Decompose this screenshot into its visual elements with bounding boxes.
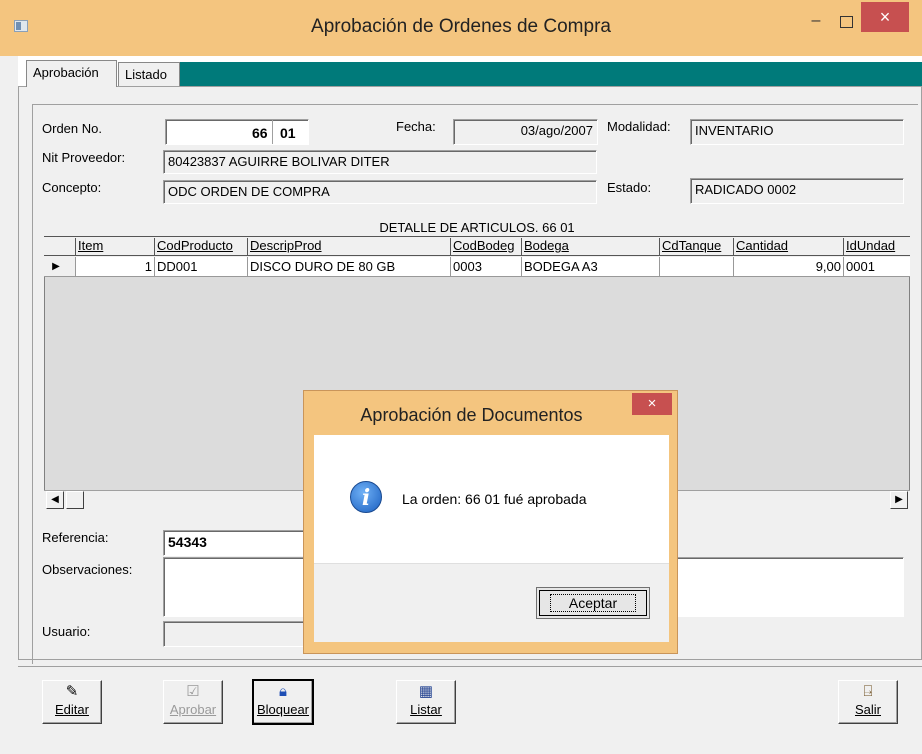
grid-cell-cdtanque[interactable] [660,257,734,277]
scroll-right-icon[interactable]: ▶ [890,491,908,509]
edit-icon: ✎ [65,683,79,700]
referencia-field[interactable]: 54343 [163,530,323,556]
editar-label: Editar [55,702,89,717]
bloquear-button[interactable]: 🔒︎ Bloquear [252,679,314,725]
scroll-thumb[interactable] [66,491,84,509]
tab-aprobacion[interactable]: Aprobación [26,60,117,87]
usuario-field[interactable] [163,621,323,647]
orden-field[interactable]: 66 01 [165,119,309,145]
approve-icon: ☑ [186,683,200,700]
aprobar-button[interactable]: ☑ Aprobar [163,680,223,724]
orden-suffix: 01 [280,125,296,141]
nit-label: Nit Proveedor: [42,150,126,165]
grid-cell-descripprod[interactable]: DISCO DURO DE 80 GB [248,257,451,277]
grid-cell-bodega[interactable]: BODEGA A3 [522,257,660,277]
listar-label: Listar [410,702,442,717]
observaciones-label: Observaciones: [42,562,133,577]
estado-field[interactable]: RADICADO 0002 [690,178,904,204]
dialog-close-button[interactable]: × [632,393,672,415]
toolbar-separator [18,666,922,667]
info-icon: i [350,481,382,513]
orden-number: 66 [252,125,268,141]
grid-title: DETALLE DE ARTICULOS. 66 01 [379,220,575,235]
grid-header-cantidad[interactable]: Cantidad [734,238,844,256]
aceptar-label: Aceptar [549,594,637,612]
close-button[interactable]: × [861,2,909,32]
orden-divider [272,120,273,144]
aceptar-button[interactable]: Aceptar [536,587,650,619]
tab-bar-fill [180,62,922,86]
aprobar-label: Aprobar [169,702,217,717]
nit-field[interactable]: 80423837 AGUIRRE BOLIVAR DITER [163,150,597,174]
modalidad-field[interactable]: INVENTARIO [690,119,904,145]
exit-door-icon: ⍈ [863,683,873,700]
grid-cell-codbodeg[interactable]: 0003 [451,257,522,277]
grid-header-cdtanque[interactable]: CdTanque [660,238,734,256]
grid-header-selector [44,238,76,256]
grid-header-bodega[interactable]: Bodega [522,238,660,256]
modalidad-label: Modalidad: [607,119,671,134]
concepto-label: Concepto: [42,180,102,195]
dialog-title: Aprobación de Documentos [360,405,583,425]
grid-header-idundad[interactable]: IdUndad [844,238,910,256]
grid-header-codproducto[interactable]: CodProducto [155,238,248,256]
fecha-field[interactable]: 03/ago/2007 [453,119,598,145]
grid-cell-item[interactable]: 1 [76,257,155,277]
tab-listado[interactable]: Listado [118,62,180,86]
listar-button[interactable]: ▦ Listar [396,680,456,724]
grid-header-descripprod[interactable]: DescripProd [248,238,451,256]
minimize-button[interactable]: – [805,12,827,34]
salir-label: Salir [854,702,881,717]
approval-dialog: Aprobación de Documentos × i La orden: 6… [303,390,678,654]
dialog-message: La orden: 66 01 fué aprobada [402,491,587,507]
scroll-left-icon[interactable]: ◀ [46,491,64,509]
grid-cell-idundad[interactable]: 0001 [844,257,910,277]
orden-label: Orden No. [42,121,102,136]
calendar-icon: ▦ [418,683,434,700]
window-title: Aprobación de Ordenes de Compra [311,16,611,37]
grid-header-codbodeg[interactable]: CodBodeg [451,238,522,256]
grid-header-item[interactable]: Item [76,238,155,256]
concepto-field[interactable]: ODC ORDEN DE COMPRA [163,180,597,204]
grid-cell-codproducto[interactable]: DD001 [155,257,248,277]
usuario-label: Usuario: [42,624,91,639]
bloquear-label: Bloquear [256,702,310,717]
maximize-button[interactable] [836,12,858,34]
editar-button[interactable]: ✎ Editar [42,680,102,724]
grid-cell-cantidad[interactable]: 9,00 [734,257,844,277]
referencia-label: Referencia: [42,530,109,545]
estado-label: Estado: [607,180,652,195]
row-pointer-icon: ▶ [52,261,60,272]
lock-icon: 🔒︎ [279,683,287,700]
fecha-label: Fecha: [396,119,436,134]
salir-button[interactable]: ⍈ Salir [838,680,898,724]
